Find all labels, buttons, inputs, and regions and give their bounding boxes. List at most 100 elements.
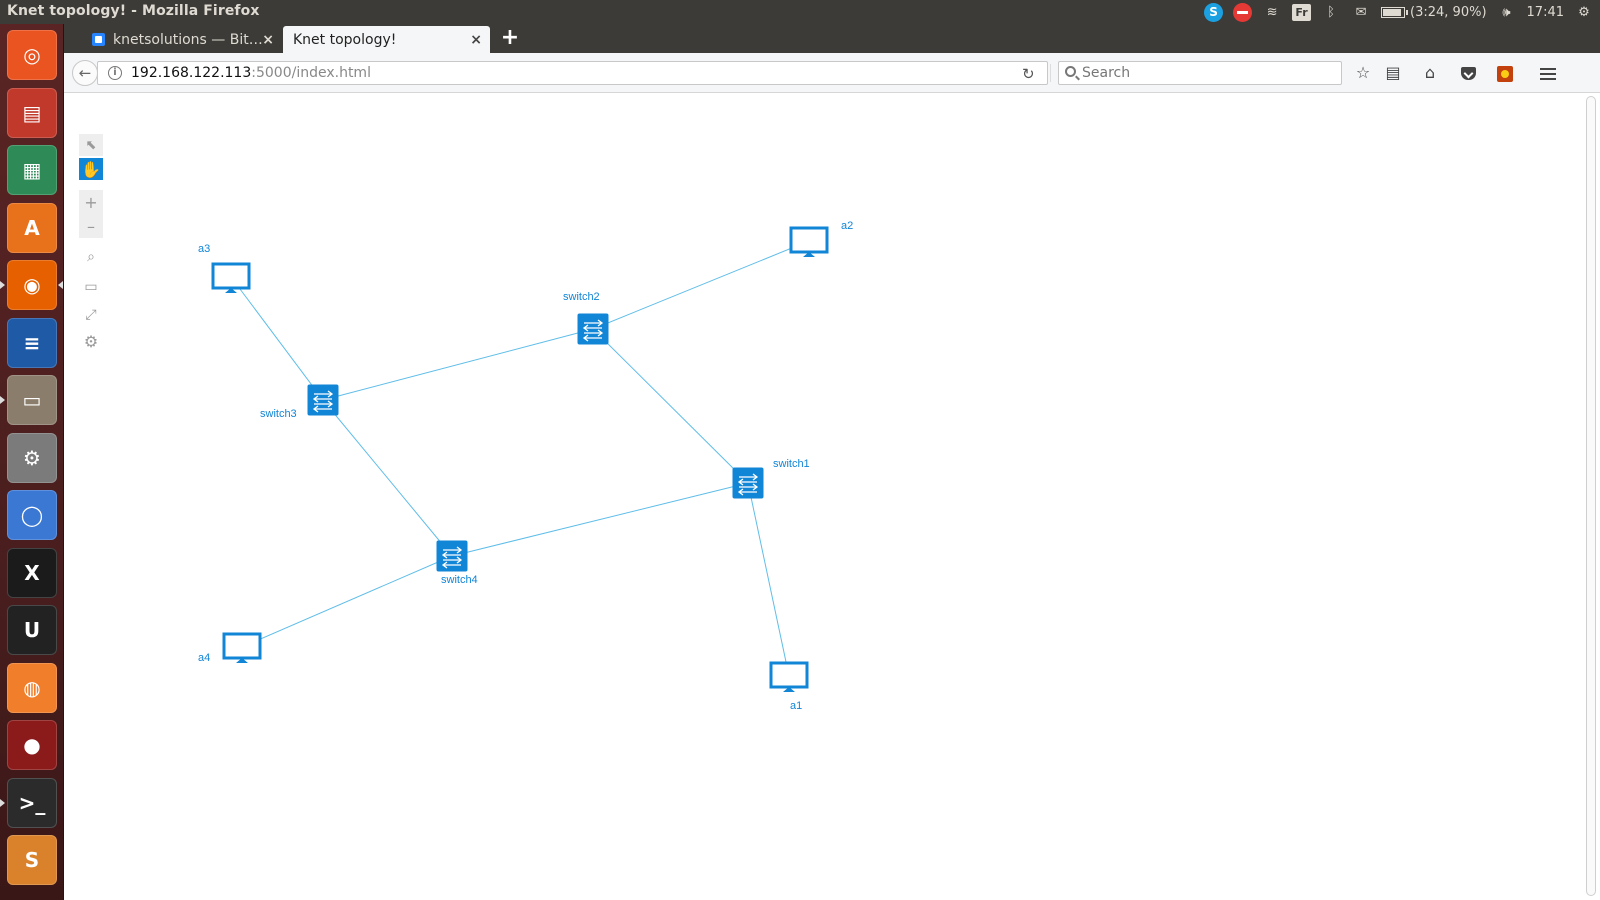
close-tab-icon[interactable]: × (470, 32, 482, 48)
new-tab-button[interactable]: + (498, 27, 522, 51)
impress-icon[interactable]: ▤ (7, 87, 57, 138)
link-switch3-switch4[interactable] (322, 399, 453, 557)
xchat-icon[interactable]: X (7, 547, 57, 598)
settings-gear-icon[interactable]: ⚙ (79, 330, 103, 352)
vertical-scrollbar[interactable] (1586, 96, 1596, 896)
topology-canvas[interactable]: switch1 switch2 switch3 switch4 a1 a2 a3 a4 (64, 94, 1584, 900)
battery-indicator[interactable]: (3:24, 90%) (1381, 5, 1487, 20)
system-settings-icon[interactable]: ⚙ (7, 432, 57, 483)
session-gear-icon[interactable]: ⚙ (1574, 2, 1594, 22)
ubuntu-dash-icon[interactable]: ◎ (7, 30, 57, 80)
firefox-icon[interactable]: ◉ (7, 260, 57, 310)
sublime-icon[interactable]: S (7, 835, 57, 885)
url-path: :5000/index.html (251, 65, 371, 81)
open-menu-button[interactable] (1538, 64, 1558, 84)
red-app-icon[interactable]: ● (7, 720, 57, 770)
launcher: ◎ ▤ ▦ A ◉ ≡ ▭ ⚙ ◯ X U ◍ ● >_ S (0, 24, 64, 900)
node-label: a2 (841, 220, 853, 232)
reload-icon[interactable]: ↻ (1022, 65, 1035, 83)
skype-icon[interactable]: S (1204, 2, 1224, 22)
tab-knetsolutions[interactable]: knetsolutions — Bit… × (82, 26, 282, 53)
pan-tool-icon[interactable]: ✋ (79, 158, 103, 180)
node-switch4[interactable]: switch4 (436, 540, 478, 587)
chromium-icon[interactable]: ◯ (7, 490, 57, 540)
terminal-icon[interactable]: >_ (7, 777, 57, 828)
switch-icon (732, 467, 764, 499)
close-tab-icon[interactable]: × (262, 32, 274, 48)
links-layer (230, 240, 810, 677)
link-switch1-a1[interactable] (747, 482, 790, 677)
node-label: a3 (198, 243, 210, 255)
node-switch2[interactable]: switch2 (563, 291, 609, 345)
mail-icon[interactable]: ✉ (1351, 2, 1371, 22)
zoom-by-selection-icon[interactable]: ⌕ (79, 246, 103, 268)
fullscreen-icon[interactable]: ⤢ (79, 304, 103, 326)
clock[interactable]: 17:41 (1527, 5, 1564, 20)
node-label: switch4 (441, 574, 478, 586)
home-icon[interactable]: ⌂ (1420, 64, 1440, 84)
node-a4[interactable]: a4 (198, 632, 262, 664)
url-text: 192.168.122.113:5000/index.html (131, 65, 371, 81)
window-title: Knet topology! - Mozilla Firefox (7, 3, 260, 19)
switch-icon (307, 384, 339, 416)
running-indicator (0, 281, 5, 289)
uble-icon[interactable]: U (7, 605, 57, 655)
running-indicator (0, 396, 5, 404)
bluetooth-icon[interactable]: ᛒ (1321, 2, 1341, 22)
files-icon[interactable]: ▭ (7, 375, 57, 425)
focused-indicator (58, 281, 63, 289)
node-label: a1 (790, 700, 802, 712)
wifi-icon[interactable]: ≋ (1262, 2, 1282, 22)
url-host: 192.168.122.113 (131, 65, 252, 81)
volume-icon[interactable]: 🕪 (1497, 2, 1517, 22)
node-label: a4 (198, 652, 210, 664)
keyboard-layout-indicator[interactable]: Fr (1292, 3, 1312, 21)
software-center-icon[interactable]: A (7, 202, 57, 253)
tab-knet-topology[interactable]: Knet topology! × (283, 26, 490, 53)
node-switch3[interactable]: switch3 (260, 384, 339, 421)
monitor-screen-icon (789, 226, 829, 254)
navigation-toolbar: i 192.168.122.113:5000/index.html ← ↻ Se… (64, 53, 1600, 93)
node-a3[interactable]: a3 (198, 243, 251, 293)
link-switch3-switch2[interactable] (322, 328, 594, 401)
running-indicator (0, 798, 5, 807)
bitbucket-favicon-icon (92, 33, 105, 46)
node-a2[interactable]: a2 (789, 220, 853, 257)
select-tool-icon[interactable]: ⬉ (79, 134, 103, 156)
calc-icon[interactable]: ▦ (7, 145, 57, 195)
do-not-disturb-icon[interactable] (1233, 2, 1253, 22)
zoom-in-icon[interactable]: + (79, 190, 103, 214)
reading-list-icon[interactable]: ▤ (1383, 64, 1403, 84)
node-label: switch3 (260, 408, 297, 420)
link-switch2-a2[interactable] (592, 240, 810, 330)
zoom-out-icon[interactable]: – (79, 214, 103, 238)
blender-icon[interactable]: ◍ (7, 662, 57, 713)
url-separator (1050, 64, 1051, 82)
switch-icon (436, 540, 468, 572)
link-switch4-a4[interactable] (241, 555, 453, 648)
system-tray: S ≋ Fr ᛒ ✉ (3:24, 90%) 🕪 17:41 ⚙ (1204, 0, 1594, 24)
monitor-screen-icon (222, 632, 262, 660)
writer-icon[interactable]: ≡ (7, 317, 57, 368)
switch-icon (577, 313, 609, 345)
hamburger-menu-icon (1540, 68, 1556, 80)
tab-label: Knet topology! (293, 31, 397, 48)
pocket-button[interactable] (1458, 64, 1478, 84)
link-switch2-switch1[interactable] (592, 328, 749, 484)
link-switch4-switch1[interactable] (451, 482, 749, 557)
node-switch1[interactable]: switch1 (732, 458, 810, 499)
node-a1[interactable]: a1 (769, 661, 809, 712)
fit-to-screen-icon[interactable]: ▭ (79, 276, 103, 298)
extension-icon (1497, 66, 1513, 82)
back-button[interactable]: ← (72, 60, 98, 86)
search-input[interactable]: Search (1058, 61, 1342, 85)
url-bar[interactable]: i 192.168.122.113:5000/index.html (97, 61, 1051, 85)
top-panel: Knet topology! - Mozilla Firefox S ≋ Fr … (0, 0, 1600, 24)
topology-toolbar: ⬉ ✋ + – ⌕ ▭ ⤢ ⚙ (79, 134, 104, 352)
pocket-icon (1460, 67, 1476, 80)
bookmark-star-icon[interactable]: ☆ (1353, 64, 1373, 84)
extension-button[interactable] (1495, 64, 1515, 84)
site-info-icon[interactable]: i (108, 66, 122, 80)
link-a3-switch3[interactable] (230, 276, 324, 401)
search-icon (1065, 66, 1076, 77)
